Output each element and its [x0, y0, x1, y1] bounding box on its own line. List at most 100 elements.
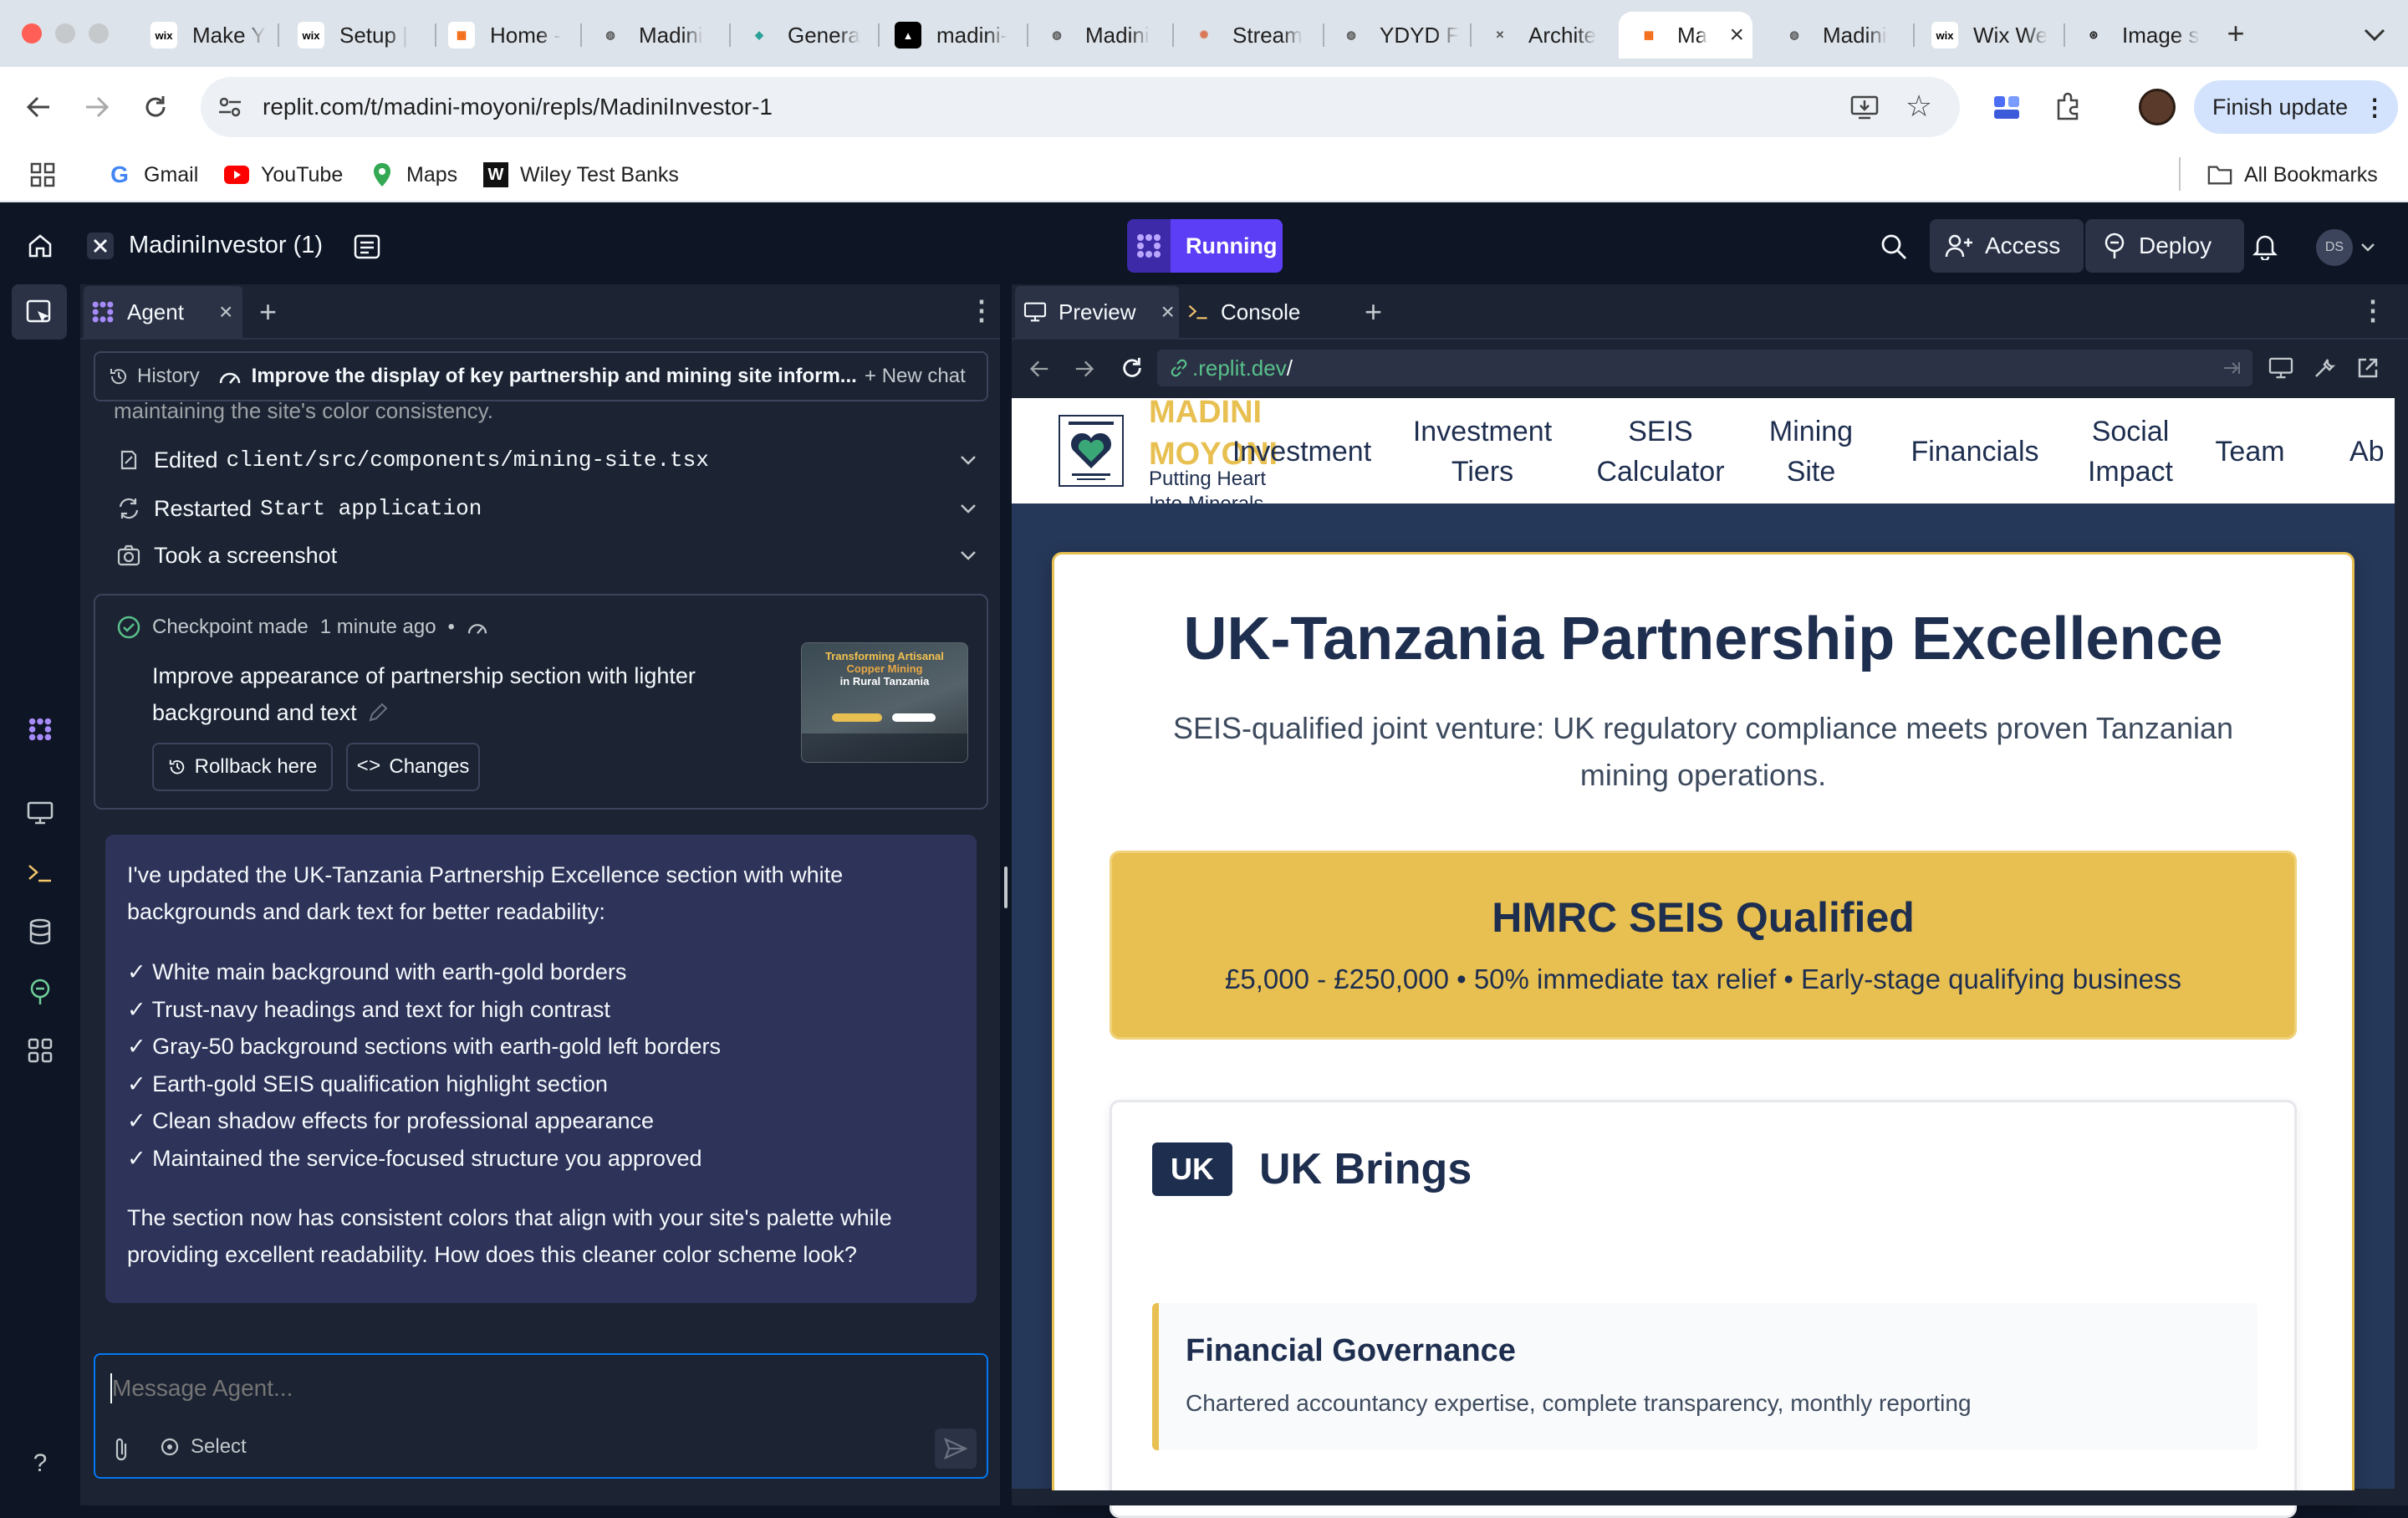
browser-tab[interactable]: ◍ YDYD F: [1321, 12, 1468, 59]
preview-url-bar[interactable]: .replit.dev /: [1157, 350, 2252, 386]
bookmark-wiley[interactable]: W Wiley Test Banks: [483, 160, 679, 190]
extension-puzzle-blue-icon[interactable]: [1990, 90, 2023, 124]
devtools-wrench-icon[interactable]: [2309, 353, 2339, 383]
console-icon[interactable]: [23, 856, 57, 890]
project-name[interactable]: MadiniInvestor (1): [129, 232, 323, 259]
agent-rail-icon[interactable]: [23, 713, 57, 746]
browser-tab[interactable]: wix Wix We: [1915, 12, 2062, 59]
url-text[interactable]: replit.com/t/madini-moyoni/repls/MadiniI…: [263, 94, 773, 120]
finish-update-button[interactable]: Finish update ⋮: [2194, 80, 2398, 134]
chat-scroll[interactable]: maintaining the site's color consistency…: [94, 401, 988, 1338]
preview-reload-icon[interactable]: [1117, 353, 1147, 383]
browser-tab[interactable]: ◍ Madini: [1027, 12, 1171, 59]
nav-seis-calculator[interactable]: SEIS Calculator: [1585, 411, 1736, 492]
open-new-window-icon[interactable]: [2353, 353, 2383, 383]
history-button[interactable]: History: [137, 365, 200, 388]
close-tab-icon[interactable]: ×: [219, 299, 232, 325]
thumb-line1: Transforming Artisanal: [825, 650, 944, 662]
bookmark-youtube[interactable]: YouTube: [224, 160, 343, 190]
file-tree-icon[interactable]: [351, 231, 383, 263]
deploy-button[interactable]: Deploy: [2085, 219, 2244, 273]
new-chat-button[interactable]: + New chat: [865, 365, 966, 388]
message-agent-input[interactable]: [112, 1368, 965, 1408]
deployments-tree-icon[interactable]: [23, 975, 57, 1009]
minimize-window-button[interactable]: [55, 23, 75, 43]
history-icon[interactable]: [109, 366, 129, 386]
browser-tab[interactable]: ▦ Home -: [431, 12, 579, 59]
browser-tab[interactable]: ▦ Ma ×: [1619, 12, 1752, 59]
open-url-arrow-icon[interactable]: [2222, 360, 2241, 376]
maximize-window-button[interactable]: [89, 23, 109, 43]
address-bar[interactable]: replit.com/t/madini-moyoni/repls/MadiniI…: [201, 77, 1960, 137]
extensions-icon[interactable]: [2050, 89, 2085, 124]
nav-investment-tiers[interactable]: Investment Tiers: [1395, 411, 1570, 492]
monitor-icon[interactable]: [23, 796, 57, 830]
all-bookmarks[interactable]: All Bookmarks: [2207, 160, 2378, 190]
nav-social-impact[interactable]: Social Impact: [2072, 411, 2189, 492]
tab-console[interactable]: Console: [1187, 286, 1346, 338]
new-tab-button[interactable]: +: [2221, 16, 2251, 50]
browser-tab[interactable]: wix Setup |: [281, 12, 433, 59]
nav-investment[interactable]: Investment: [1211, 432, 1393, 472]
add-tab-icon[interactable]: +: [259, 294, 277, 330]
device-preview-icon[interactable]: [2266, 353, 2296, 383]
browser-tab[interactable]: ⊛ Image s: [2064, 12, 2211, 59]
site-info-icon[interactable]: [216, 94, 244, 120]
avatar-chevron-icon[interactable]: [2358, 238, 2378, 258]
checkpoint-screenshot-thumbnail[interactable]: Transforming Artisanal Copper Mining in …: [801, 642, 968, 763]
preview-back-icon[interactable]: [1025, 355, 1054, 383]
close-tab-icon[interactable]: ×: [1161, 299, 1174, 325]
action-row-edited[interactable]: Edited client/src/components/mining-site…: [117, 442, 978, 478]
install-app-icon[interactable]: [1849, 92, 1880, 122]
site-logo[interactable]: [1059, 415, 1124, 487]
bookmark-maps[interactable]: Maps: [370, 160, 457, 190]
reload-icon[interactable]: [139, 90, 172, 124]
browser-tab[interactable]: wix Make Y: [134, 12, 276, 59]
browser-tab[interactable]: ✕ Archite: [1470, 12, 1619, 59]
action-row-restarted[interactable]: Restarted Start application: [117, 490, 978, 527]
browser-tab[interactable]: ✺ Stream: [1174, 12, 1321, 59]
pencil-icon[interactable]: [367, 702, 389, 723]
run-status-button[interactable]: Running: [1127, 219, 1283, 273]
changes-button[interactable]: <> Changes: [346, 743, 480, 791]
tab-agent[interactable]: Agent ×: [84, 286, 242, 338]
browser-tab[interactable]: ◍ Madini: [1764, 12, 1911, 59]
bookmark-star-icon[interactable]: ☆: [1903, 89, 1935, 123]
apps-grid-icon[interactable]: [28, 161, 57, 189]
nav-mining-site[interactable]: Mining Site: [1752, 411, 1870, 492]
close-tab-icon[interactable]: ×: [1729, 21, 1744, 49]
attach-paperclip-icon[interactable]: [107, 1435, 135, 1464]
help-icon[interactable]: ?: [23, 1447, 57, 1480]
browser-tab[interactable]: ◆ Genera: [729, 12, 876, 59]
rollback-button[interactable]: Rollback here: [152, 743, 333, 791]
files-preview-icon[interactable]: [23, 296, 57, 330]
bookmark-gmail[interactable]: G Gmail: [107, 160, 198, 190]
nav-about[interactable]: Ab: [2349, 432, 2395, 472]
browser-tab[interactable]: ◍ Madini: [580, 12, 727, 59]
browser-tab[interactable]: ▲ madini-: [878, 12, 1025, 59]
user-avatar[interactable]: DS: [2316, 229, 2353, 266]
nav-financials[interactable]: Financials: [1900, 432, 2050, 472]
preview-forward-icon[interactable]: [1070, 355, 1099, 383]
tab-search-chevron-icon[interactable]: [2360, 20, 2390, 50]
nav-tiers-line2: Tiers: [1451, 456, 1514, 488]
pane-menu-icon[interactable]: ⋮: [2360, 294, 2386, 326]
pane-menu-icon[interactable]: ⋮: [968, 294, 995, 326]
back-arrow-icon[interactable]: [22, 90, 55, 124]
access-button[interactable]: Access: [1930, 219, 2084, 273]
forward-arrow-icon[interactable]: [80, 90, 114, 124]
tab-preview[interactable]: Preview ×: [1015, 286, 1179, 338]
close-window-button[interactable]: [22, 23, 42, 43]
splitter-handle[interactable]: [1004, 866, 1008, 908]
profile-avatar[interactable]: [2139, 89, 2176, 125]
all-tools-icon[interactable]: [23, 1034, 57, 1067]
nav-team[interactable]: Team: [2204, 432, 2296, 472]
home-icon[interactable]: [23, 229, 57, 263]
action-row-screenshot[interactable]: Took a screenshot: [117, 537, 978, 574]
add-tab-icon[interactable]: +: [1365, 294, 1382, 330]
send-button[interactable]: [935, 1429, 977, 1469]
search-icon[interactable]: [1878, 231, 1910, 263]
bell-icon[interactable]: [2249, 231, 2281, 263]
database-icon[interactable]: [23, 915, 57, 948]
select-element-button[interactable]: Select: [159, 1435, 247, 1459]
